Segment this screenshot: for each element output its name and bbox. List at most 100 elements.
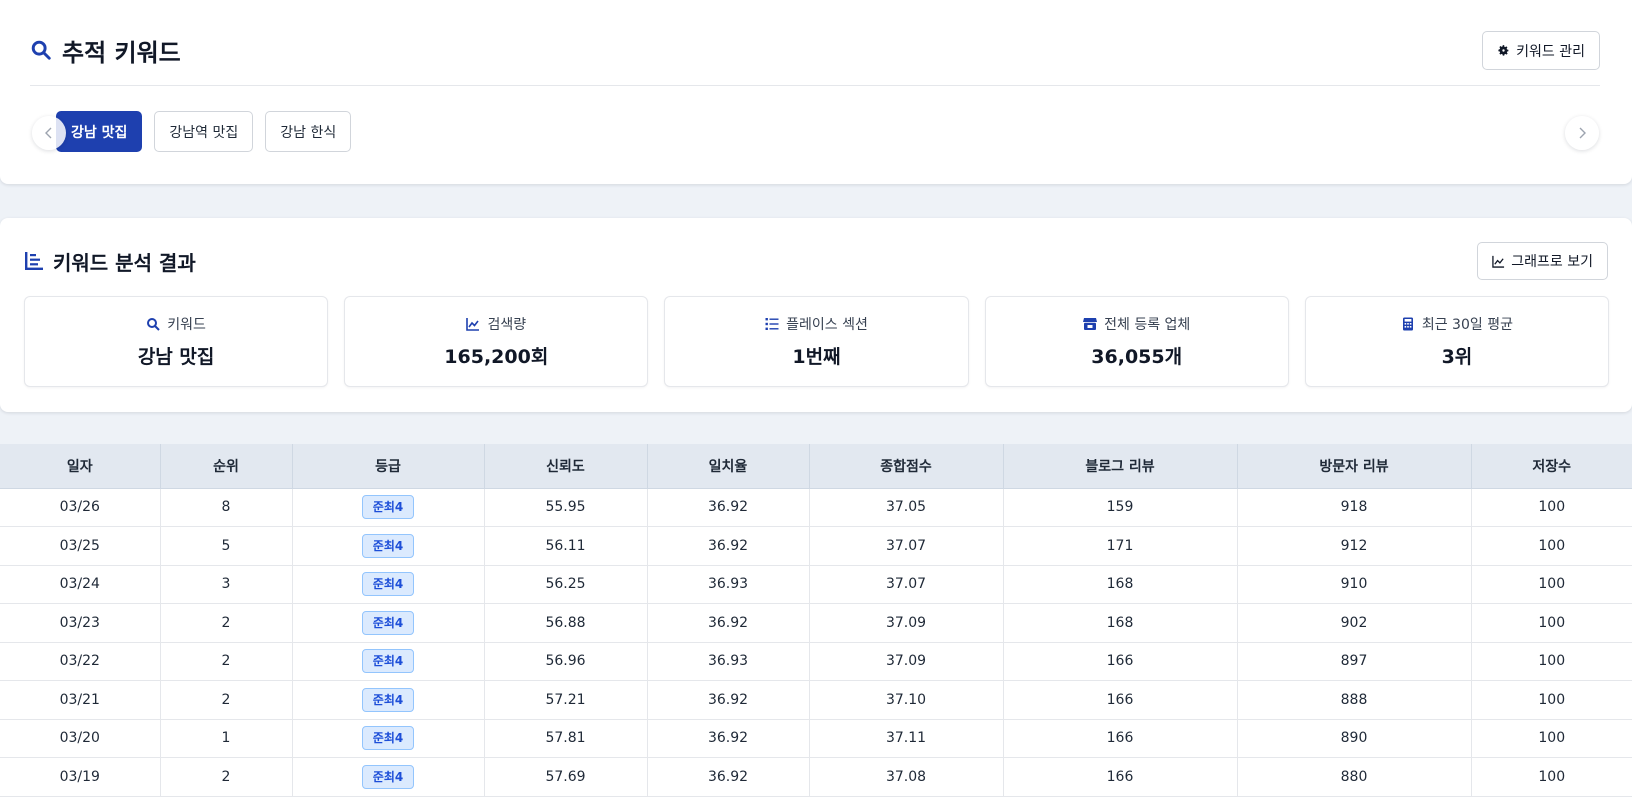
table-cell: 168	[1003, 565, 1238, 604]
table-cell: 36.92	[647, 488, 810, 527]
table-cell: 100	[1471, 488, 1632, 527]
scroll-prev-button[interactable]	[32, 116, 66, 150]
grade-badge: 준최4	[361, 572, 415, 597]
column-header[interactable]: 신뢰도	[484, 444, 648, 489]
keyword-chip[interactable]: 강남 맛집	[56, 111, 143, 152]
table-body: 03/26 8 준최4 55.95 36.92 37.05 159 918 100 03/25 5 준…	[0, 488, 1632, 797]
stat-label-row: 전체 등록 업체	[1083, 314, 1190, 334]
column-header[interactable]: 등급	[292, 444, 485, 489]
table-cell: 준최4	[292, 603, 485, 643]
table-cell: 897	[1237, 642, 1472, 681]
scroll-next-button[interactable]	[1565, 116, 1599, 150]
analysis-header: 키워드 분석 결과	[24, 248, 196, 275]
ordered-list-icon	[765, 318, 779, 330]
table-cell: 03/20	[0, 719, 161, 758]
table-cell: 03/22	[0, 642, 161, 681]
tracked-keywords-header: 추적 키워드	[30, 34, 181, 67]
table-cell: 56.11	[484, 526, 648, 566]
column-header[interactable]: 순위	[160, 444, 293, 489]
table-cell: 준최4	[292, 719, 485, 758]
table-cell: 37.08	[809, 757, 1004, 797]
table-cell: 37.09	[809, 603, 1004, 643]
stat-keyword: 키워드 강남 맛집	[24, 296, 329, 387]
table-cell: 100	[1471, 565, 1632, 604]
column-header[interactable]: 일치율	[647, 444, 810, 489]
view-graph-button[interactable]: 그래프로 보기	[1477, 242, 1608, 280]
table-cell: 912	[1237, 526, 1472, 566]
page-title: 추적 키워드	[62, 38, 181, 67]
table-cell: 100	[1471, 680, 1632, 720]
stat-label: 검색량	[487, 317, 527, 333]
keyword-chip[interactable]: 강남 한식	[265, 111, 352, 152]
table-row: 03/19 2 준최4 57.69 36.92 37.08 166 880 100	[0, 757, 1632, 797]
table-cell: 888	[1237, 680, 1472, 720]
grade-badge: 준최4	[361, 649, 415, 674]
stat-search-volume: 검색량 165,200회	[344, 296, 649, 387]
table-header-row: 일자 순위 등급 신뢰도 일치율 종합점수 블로그 리뷰 방문자 리뷰 저장수	[0, 444, 1632, 489]
table-cell: 03/26	[0, 488, 161, 527]
keyword-chip[interactable]: 강남역 맛집	[154, 111, 254, 152]
tracked-keywords-card: 추적 키워드 키워드 관리 강남 맛집 강남역 맛집 강남 한식	[0, 0, 1632, 184]
stat-total-businesses: 전체 등록 업체 36,055개	[984, 296, 1289, 387]
table-cell: 03/24	[0, 565, 161, 604]
table-cell: 37.05	[809, 488, 1004, 527]
table-cell: 5	[160, 526, 293, 566]
column-header[interactable]: 저장수	[1471, 444, 1632, 489]
table-row: 03/21 2 준최4 57.21 36.92 37.10 166 888 100	[0, 680, 1632, 720]
column-header[interactable]: 일자	[0, 444, 161, 489]
stat-label: 플레이스 섹션	[786, 317, 868, 333]
divider	[30, 85, 1600, 86]
keyword-manage-button[interactable]: 키워드 관리	[1482, 31, 1600, 70]
stat-cards: 키워드 강남 맛집 검색량 165,200회 플레이스 섹션 1번째 전체 등록…	[24, 296, 1610, 387]
table-cell: 준최4	[292, 757, 485, 797]
table-cell: 37.10	[809, 680, 1004, 720]
view-graph-label: 그래프로 보기	[1511, 254, 1593, 270]
table-cell: 166	[1003, 642, 1238, 681]
stat-label-row: 플레이스 섹션	[765, 314, 868, 334]
stat-30day-average: 최근 30일 평균 3위	[1304, 296, 1610, 387]
stat-value: 강남 맛집	[137, 346, 215, 368]
stat-label-row: 키워드	[146, 314, 206, 334]
table-cell: 03/19	[0, 757, 161, 797]
table-cell: 56.96	[484, 642, 648, 681]
table-cell: 37.11	[809, 719, 1004, 758]
stat-label-row: 최근 30일 평균	[1401, 314, 1513, 334]
stat-value: 3위	[1441, 346, 1473, 368]
table-cell: 2	[160, 642, 293, 681]
table-cell: 910	[1237, 565, 1472, 604]
keyword-chip-list: 강남 맛집 강남역 맛집 강남 한식	[56, 111, 352, 152]
grade-badge: 준최4	[361, 687, 415, 712]
table-row: 03/25 5 준최4 56.11 36.92 37.07 171 912 100	[0, 526, 1632, 566]
chevron-left-icon	[45, 127, 52, 139]
table-cell: 36.93	[647, 642, 810, 681]
table-cell: 168	[1003, 603, 1238, 643]
keyword-manage-label: 키워드 관리	[1516, 43, 1585, 60]
table-row: 03/24 3 준최4 56.25 36.93 37.07 168 910 100	[0, 565, 1632, 604]
stat-value: 1번째	[792, 346, 841, 368]
calculator-icon	[1402, 317, 1413, 331]
stat-value: 36,055개	[1091, 346, 1183, 368]
column-header[interactable]: 방문자 리뷰	[1237, 444, 1472, 489]
table-row: 03/26 8 준최4 55.95 36.92 37.05 159 918 100	[0, 488, 1632, 527]
rank-history-table: 일자 순위 등급 신뢰도 일치율 종합점수 블로그 리뷰 방문자 리뷰 저장수 03/26 8 준최…	[0, 444, 1632, 797]
table-cell: 100	[1471, 603, 1632, 643]
table-cell: 57.21	[484, 680, 648, 720]
table-header: 일자 순위 등급 신뢰도 일치율 종합점수 블로그 리뷰 방문자 리뷰 저장수	[0, 444, 1632, 489]
bar-list-icon	[25, 252, 43, 270]
table-cell: 918	[1237, 488, 1472, 527]
table-cell: 57.69	[484, 757, 648, 797]
table-cell: 890	[1237, 719, 1472, 758]
gear-icon	[1498, 45, 1509, 56]
section-title: 키워드 분석 결과	[53, 250, 196, 275]
column-header[interactable]: 블로그 리뷰	[1003, 444, 1238, 489]
table-cell: 100	[1471, 719, 1632, 758]
table-cell: 880	[1237, 757, 1472, 797]
table-cell: 준최4	[292, 565, 485, 604]
table-cell: 56.25	[484, 565, 648, 604]
table-cell: 57.81	[484, 719, 648, 758]
stat-place-section: 플레이스 섹션 1번째	[664, 296, 969, 387]
column-header[interactable]: 종합점수	[809, 444, 1004, 489]
table-cell: 준최4	[292, 488, 485, 527]
table-row: 03/23 2 준최4 56.88 36.92 37.09 168 902 100	[0, 603, 1632, 643]
table-cell: 2	[160, 680, 293, 720]
